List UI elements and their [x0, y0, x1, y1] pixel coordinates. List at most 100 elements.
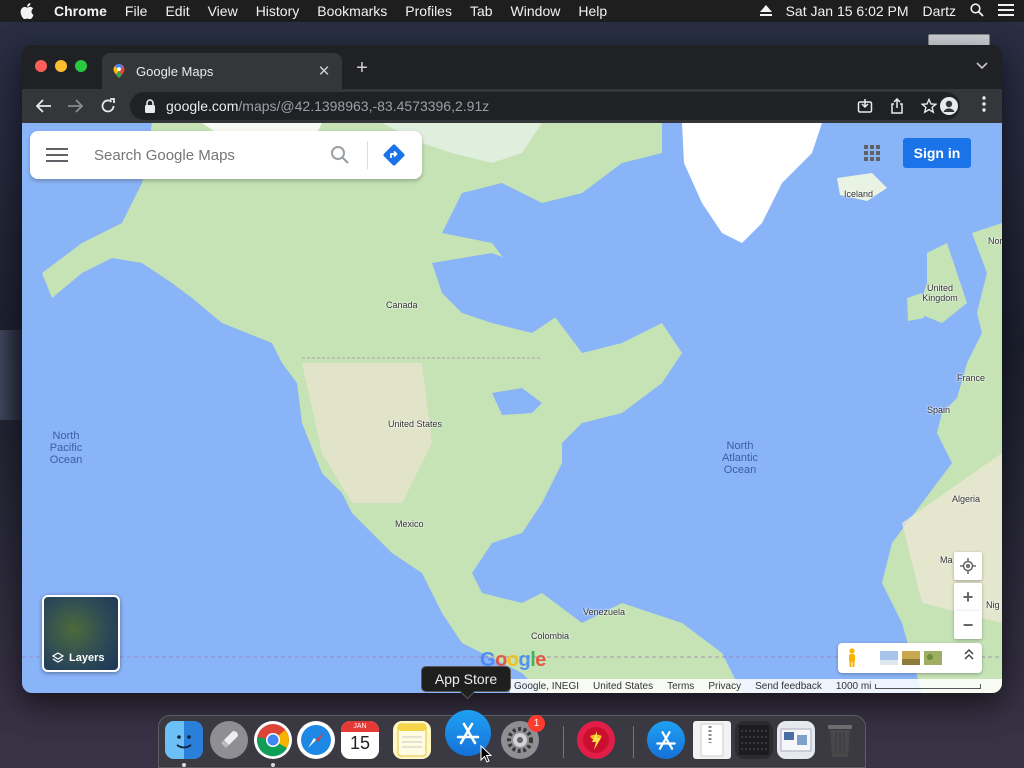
flash-app-icon[interactable] [577, 721, 615, 759]
address-bar[interactable]: google.com/maps/@42.1398963,-83.4573396,… [130, 92, 960, 120]
google-apps-grid-icon[interactable] [864, 145, 880, 161]
forward-arrow-icon[interactable] [66, 97, 84, 115]
reload-icon[interactable] [99, 97, 117, 115]
menu-history[interactable]: History [256, 3, 300, 19]
region-link[interactable]: United States [593, 681, 653, 692]
label-united-states[interactable]: United States [388, 419, 442, 429]
label-iceland[interactable]: Iceland [844, 189, 873, 199]
label-united-kingdom[interactable]: United Kingdom [920, 283, 960, 303]
label-niger-partial[interactable]: Nig [986, 600, 1000, 610]
label-venezuela[interactable]: Venezuela [583, 607, 625, 617]
label-canada[interactable]: Canada [386, 300, 418, 310]
trash-icon[interactable] [821, 721, 859, 759]
new-tab-button[interactable]: + [352, 57, 372, 80]
menu-edit[interactable]: Edit [165, 3, 189, 19]
profile-avatar-icon[interactable] [940, 97, 958, 115]
tab-close-icon[interactable]: ✕ [316, 62, 332, 80]
mouse-cursor-icon [480, 745, 492, 763]
dock: JAN 15 1 [158, 710, 866, 768]
calendar-day: 15 [349, 733, 371, 753]
label-mexico[interactable]: Mexico [395, 519, 424, 529]
menubar-user[interactable]: Dartz [923, 3, 956, 19]
crosshair-icon [960, 558, 976, 574]
downloads-stack-icon[interactable] [735, 721, 773, 759]
imagery-thumbnail-icon[interactable] [924, 651, 942, 665]
map-canvas[interactable]: Canada United States Mexico Venezuela Co… [22, 123, 1002, 693]
expand-chevron-up-icon[interactable] [964, 648, 974, 663]
label-north-atlantic-ocean: North Atlantic Ocean [721, 440, 759, 476]
lock-icon [145, 99, 155, 113]
label-algeria[interactable]: Algeria [952, 494, 980, 504]
terms-link[interactable]: Terms [667, 681, 694, 692]
eject-icon[interactable] [759, 3, 772, 19]
bookmark-star-icon[interactable] [920, 97, 938, 115]
minimize-window-button[interactable] [55, 60, 67, 72]
fullscreen-window-button[interactable] [75, 60, 87, 72]
menu-app-name[interactable]: Chrome [54, 3, 107, 19]
system-preferences-gear-icon[interactable]: 1 [501, 715, 545, 759]
label-mali-partial[interactable]: Ma [940, 555, 953, 565]
browser-toolbar: google.com/maps/@42.1398963,-83.4573396,… [22, 89, 1002, 123]
search-icon[interactable] [330, 145, 350, 165]
archive-file-icon[interactable] [693, 721, 731, 759]
my-location-button[interactable] [954, 552, 982, 580]
layers-button[interactable]: Layers [42, 595, 120, 672]
tab-search-chevron-down-icon[interactable] [976, 59, 988, 73]
menu-tab[interactable]: Tab [470, 3, 493, 19]
menu-bookmarks[interactable]: Bookmarks [317, 3, 387, 19]
menu-window[interactable]: Window [511, 3, 561, 19]
attribution-text: Google, INEGI [514, 680, 580, 692]
menu-profiles[interactable]: Profiles [405, 3, 452, 19]
back-arrow-icon[interactable] [35, 97, 53, 115]
menubar-clock[interactable]: Sat Jan 15 6:02 PM [786, 3, 909, 19]
maps-search-box [30, 131, 422, 179]
control-center-icon[interactable] [998, 3, 1014, 19]
tab-google-maps[interactable]: Google Maps ✕ [102, 53, 342, 89]
layers-icon [52, 652, 64, 663]
directions-icon[interactable] [382, 143, 406, 167]
layers-label: Layers [69, 652, 105, 664]
more-menu-icon[interactable] [982, 96, 986, 117]
label-north-pacific-ocean: North Pacific Ocean [49, 430, 83, 466]
label-colombia[interactable]: Colombia [531, 631, 569, 641]
zoom-in-button[interactable]: + [954, 583, 982, 611]
label-spain[interactable]: Spain [927, 405, 950, 415]
spotlight-search-icon[interactable] [970, 2, 984, 20]
app-store-folder-icon[interactable] [647, 721, 685, 759]
menu-view[interactable]: View [208, 3, 238, 19]
calendar-icon[interactable]: JAN 15 [341, 721, 379, 759]
finder-icon[interactable] [165, 721, 203, 759]
chrome-window: Google Maps ✕ + google.com/maps/@42.1398… [22, 45, 1002, 693]
menu-file[interactable]: File [125, 3, 148, 19]
sign-in-button[interactable]: Sign in [903, 138, 971, 168]
imagery-thumbnail-icon[interactable] [902, 651, 920, 665]
safari-compass-icon[interactable] [297, 721, 335, 759]
dock-separator [633, 726, 634, 758]
label-norway-partial[interactable]: Nor [988, 236, 1002, 246]
pegman-icon[interactable] [846, 648, 858, 668]
running-indicator [182, 763, 186, 767]
street-view-bar [838, 643, 982, 673]
menu-help[interactable]: Help [578, 3, 607, 19]
notes-icon[interactable] [393, 721, 431, 759]
chrome-icon[interactable] [254, 721, 292, 759]
imagery-thumbnail-icon[interactable] [880, 651, 898, 665]
google-maps-favicon-icon [113, 64, 125, 78]
calendar-month: JAN [341, 721, 379, 732]
launchpad-rocket-icon[interactable] [210, 721, 248, 759]
menu-bar: Chrome File Edit View History Bookmarks … [0, 0, 1024, 22]
documents-stack-icon[interactable] [777, 721, 815, 759]
send-feedback-link[interactable]: Send feedback [755, 681, 822, 692]
zoom-out-button[interactable]: − [954, 611, 982, 639]
label-france[interactable]: France [957, 373, 985, 383]
close-window-button[interactable] [35, 60, 47, 72]
map-scale[interactable]: 1000 mi [836, 681, 982, 692]
privacy-link[interactable]: Privacy [708, 681, 741, 692]
hamburger-menu-icon[interactable] [46, 148, 68, 162]
running-indicator [271, 763, 275, 767]
search-input[interactable] [94, 146, 324, 164]
dock-separator [563, 726, 564, 758]
share-icon[interactable] [888, 97, 906, 115]
apple-menu-icon[interactable] [18, 2, 36, 20]
install-app-icon[interactable] [856, 97, 874, 115]
